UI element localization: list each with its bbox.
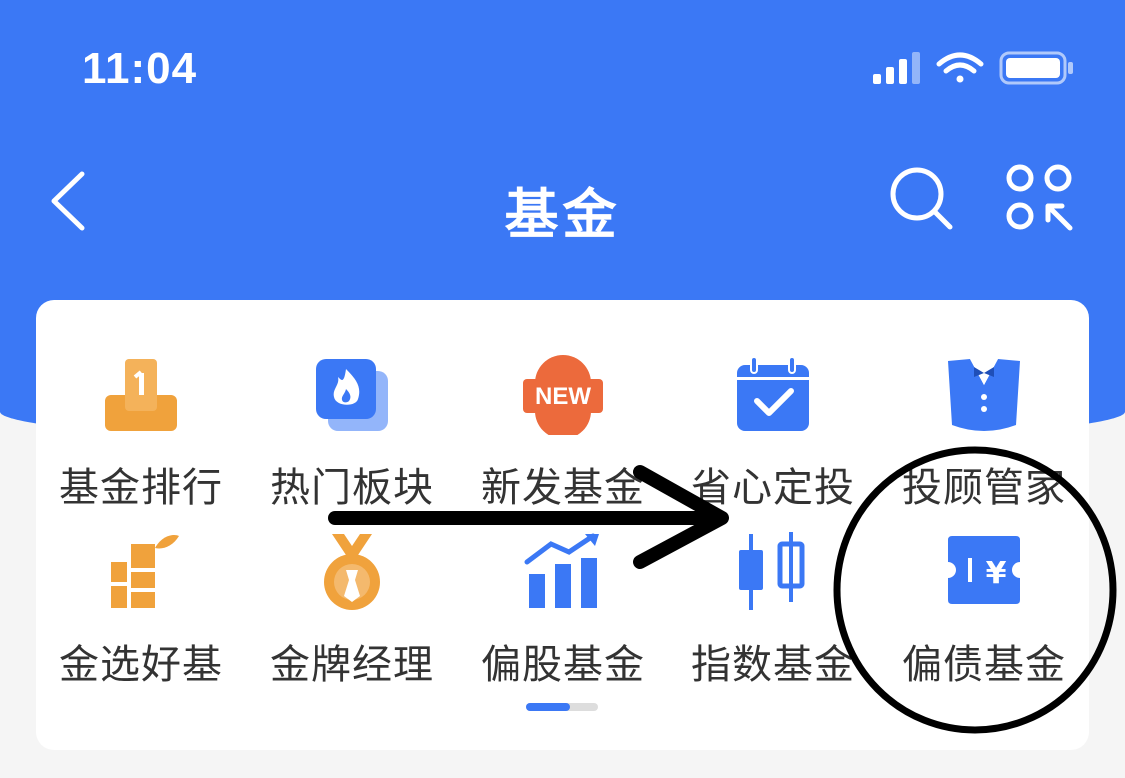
menu-item-equity-funds[interactable]: 偏股基金 (458, 532, 668, 692)
gold-medal-icon (324, 534, 380, 610)
menu-item-label: 金选好基 (59, 642, 223, 688)
signal-icon (873, 52, 920, 84)
menu-item-label: 热门板块 (270, 465, 434, 511)
menu-item-easy-investment-plan[interactable]: 省心定投 (668, 355, 878, 515)
bamboo-icon (111, 535, 179, 608)
bond-ticket-yen-icon: ¥ (948, 536, 1020, 604)
calendar-check-icon (737, 356, 809, 431)
bar-chart-trend-icon (524, 533, 599, 608)
menu-item-label: 新发基金 (481, 465, 645, 511)
ranking-podium-icon (105, 359, 177, 431)
fund-menu-card: 基金排行 热门板块 NEW 新发基金 省心定投 投顾管家 金选好基 金牌经理 偏… (36, 300, 1089, 750)
menu-item-hot-sectors[interactable]: 热门板块 (247, 355, 457, 515)
menu-item-label: 指数基金 (691, 642, 855, 688)
battery-icon (999, 51, 1073, 85)
nav-bar: 基金 (0, 150, 1125, 250)
menu-item-label: 基金排行 (59, 465, 223, 511)
menu-item-gold-managers[interactable]: 金牌经理 (247, 532, 457, 692)
search-icon[interactable] (888, 165, 954, 231)
menu-item-new-funds[interactable]: NEW 新发基金 (458, 355, 668, 515)
menu-item-label: 投顾管家 (902, 465, 1066, 511)
scan-menu-icon[interactable] (1004, 162, 1076, 234)
status-time: 11:04 (82, 44, 198, 93)
hot-sector-flame-icon (316, 359, 388, 431)
menu-item-bond-funds[interactable]: ¥ 偏债基金 (879, 532, 1089, 692)
menu-item-index-funds[interactable]: 指数基金 (668, 532, 878, 692)
menu-item-advisory-butler[interactable]: 投顾管家 (879, 355, 1089, 515)
menu-item-label: 偏股基金 (481, 642, 645, 688)
status-icons (873, 51, 1073, 85)
menu-item-gold-selected-funds[interactable]: 金选好基 (36, 532, 246, 692)
page-title: 基金 (504, 183, 621, 246)
candlestick-icon (739, 532, 805, 610)
status-bar: 11:04 (0, 0, 1125, 140)
new-badge-text: NEW (535, 383, 591, 410)
yen-symbol: ¥ (986, 556, 1007, 591)
wifi-icon (936, 52, 984, 83)
page-indicator (526, 703, 598, 711)
butler-tuxedo-icon (948, 359, 1020, 431)
menu-item-fund-ranking[interactable]: 基金排行 (36, 355, 246, 515)
menu-item-label: 省心定投 (691, 465, 855, 511)
page-indicator-active (526, 703, 570, 711)
menu-item-label: 偏债基金 (902, 642, 1066, 688)
new-badge-icon: NEW (523, 355, 603, 435)
menu-item-label: 金牌经理 (270, 642, 434, 688)
